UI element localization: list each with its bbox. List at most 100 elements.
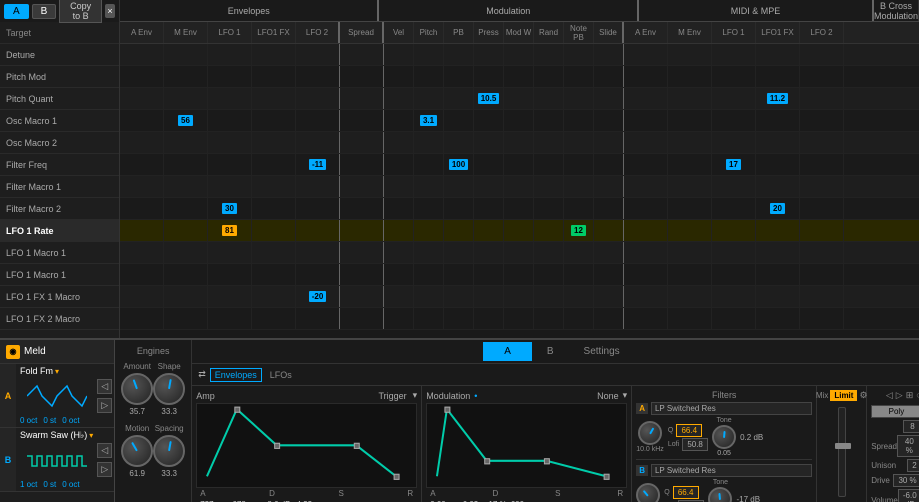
cell-detune-spread[interactable] (340, 44, 384, 65)
filter-b-q[interactable]: 66.4 (673, 486, 699, 499)
mod-arrow[interactable]: ▾ (623, 390, 628, 401)
cell-detune-notepb[interactable] (564, 44, 594, 65)
cell-lfo1fx1-lfo2[interactable]: -20 (309, 291, 327, 302)
tab-a[interactable]: A (4, 4, 29, 19)
preset-b-name[interactable]: Swarm Saw (H♭) ▾ (20, 430, 93, 441)
left-panel: A B Copy to B × Target Detune Pitch Mod … (0, 0, 120, 338)
row-lfo1fx2-macro[interactable]: LFO 1 FX 2 Macro (0, 308, 119, 330)
volume-label: Volume (871, 496, 898, 502)
section-headers: Envelopes Modulation MIDI & MPE B Cross … (120, 0, 919, 22)
amount-knob[interactable] (121, 373, 153, 405)
slot-b-prev[interactable]: ◁ (97, 443, 112, 458)
slot-b-vals: 1 oct 0 st 0 oct (20, 480, 93, 489)
filter-b-freq-knob[interactable] (636, 483, 660, 502)
cell-oscmacro1-menv[interactable]: 56 (178, 115, 193, 126)
row-osc-macro2[interactable]: Osc Macro 2 (0, 132, 119, 154)
row-pitch-mod[interactable]: Pitch Mod (0, 66, 119, 88)
unison-val[interactable]: 2 (907, 459, 919, 472)
cell-detune-baenv[interactable] (624, 44, 668, 65)
cell-detune-blfo1[interactable] (712, 44, 756, 65)
cell-detune-slide[interactable] (594, 44, 624, 65)
filter-a-type[interactable]: LP Switched Res (651, 402, 812, 415)
cell-detune-blfo2[interactable] (800, 44, 844, 65)
cell-detune-vel[interactable] (384, 44, 414, 65)
filter-b-db: -17 dB (736, 495, 760, 502)
row-detune[interactable]: Detune (0, 44, 119, 66)
slot-b-content: Swarm Saw (H♭) ▾ 1 oct 0 st 0 oct (16, 428, 97, 491)
cell-lfo1rate-notepb[interactable]: 12 (571, 225, 586, 236)
row-filter-macro2[interactable]: Filter Macro 2 (0, 198, 119, 220)
row-filter-freq[interactable]: Filter Freq (0, 154, 119, 176)
cell-pitchquant-press[interactable]: 10.5 (478, 93, 500, 104)
cell-filterfreq-lfo2[interactable]: -11 (309, 159, 326, 170)
filter-a-tone-knob[interactable] (712, 425, 736, 449)
filter-a-lofi[interactable]: 50.8 (682, 438, 708, 451)
poly-section: ◁ ▷ ⊞ ○ Poly 8 Spread 40 % Unison 2 (867, 386, 919, 502)
shape-knob[interactable] (153, 373, 185, 405)
trigger-label: Trigger (378, 391, 406, 401)
cell-detune-pitch[interactable] (414, 44, 444, 65)
mod-dot: • (474, 391, 477, 401)
grid-row-pitchquant: 10.5 11.2 (120, 88, 919, 110)
preset-a-name[interactable]: Fold Fm ▾ (20, 366, 93, 376)
slot-a-next[interactable]: ▷ (97, 398, 112, 413)
filter-a-q[interactable]: 66.4 (676, 424, 702, 437)
row-filter-macro1[interactable]: Filter Macro 1 (0, 176, 119, 198)
poly-button[interactable]: Poly (871, 405, 919, 418)
row-lfo1-macro1-b[interactable]: LFO 1 Macro 1 (0, 264, 119, 286)
lfos-tab[interactable]: LFOs (266, 369, 296, 381)
spacing-value: 33.3 (161, 469, 177, 478)
amount-group: Amount 35.7 (121, 362, 153, 416)
mix-fader-thumb[interactable] (835, 443, 851, 449)
poly-val[interactable]: 8 (903, 420, 919, 433)
cell-detune-bmenv[interactable] (668, 44, 712, 65)
cell-detune-aenv[interactable] (120, 44, 164, 65)
slot-b-next[interactable]: ▷ (97, 462, 112, 477)
icon-arrow-right[interactable]: ▷ (896, 390, 903, 401)
trigger-arrow[interactable]: ▾ (413, 390, 418, 401)
limit-button[interactable]: Limit (830, 390, 857, 401)
cell-filterfreq-blfo1[interactable]: 17 (726, 159, 741, 170)
volume-val[interactable]: -6.0 dB (898, 489, 919, 502)
amp-label: Amp (196, 391, 215, 401)
filter-a-freq-knob[interactable] (638, 421, 662, 445)
tab-b[interactable]: B (32, 4, 57, 19)
cell-oscmacro1-pitch[interactable]: 3.1 (420, 115, 437, 126)
icon-grid[interactable]: ⊞ (906, 390, 914, 401)
cell-lfo1rate-lfo1[interactable]: 81 (222, 225, 237, 236)
icon-arrow-left[interactable]: ◁ (886, 390, 893, 401)
cell-pitchquant-blfo1fx[interactable]: 11.2 (767, 93, 788, 104)
cell-filtermacro2-lfo1[interactable]: 30 (222, 203, 237, 214)
filter-b-type[interactable]: LP Switched Res (651, 464, 812, 477)
spacing-knob[interactable] (153, 435, 185, 467)
slot-a-prev[interactable]: ◁ (97, 379, 112, 394)
row-lfo1-rate[interactable]: LFO 1 Rate (0, 220, 119, 242)
row-lfo1fx1-macro[interactable]: LFO 1 FX 1 Macro (0, 286, 119, 308)
envelopes-tab[interactable]: Envelopes (210, 368, 262, 382)
copy-to-b-button[interactable]: Copy to B (59, 0, 102, 23)
spread-val[interactable]: 40 % (897, 435, 919, 457)
row-lfo1-macro1-a[interactable]: LFO 1 Macro 1 (0, 242, 119, 264)
row-pitch-quant[interactable]: Pitch Quant (0, 88, 119, 110)
slot-a-waveform (20, 376, 93, 416)
close-button[interactable]: × (105, 4, 115, 18)
cell-detune-lfo2[interactable] (296, 44, 340, 65)
cell-detune-pb[interactable] (444, 44, 474, 65)
grid-row-lfo1macro1a (120, 242, 919, 264)
cell-detune-menv[interactable] (164, 44, 208, 65)
cell-detune-press[interactable] (474, 44, 504, 65)
drive-val[interactable]: 30 % (893, 474, 919, 487)
cell-detune-modw[interactable] (504, 44, 534, 65)
motion-knob[interactable] (121, 435, 153, 467)
cell-detune-lfo1fx[interactable] (252, 44, 296, 65)
engines-bottom-knobs: Motion 61.9 Spacing 33.3 (121, 424, 185, 478)
filter-a-label: A (636, 403, 648, 414)
filter-b-tone-knob[interactable] (708, 487, 732, 502)
cell-detune-blfo1fx[interactable] (756, 44, 800, 65)
cell-detune-rand[interactable] (534, 44, 564, 65)
cell-filterfreq-pb[interactable]: 100 (449, 159, 468, 170)
mix-fader-track[interactable] (838, 407, 846, 497)
cell-filtermacro2-blfo1fx[interactable]: 20 (770, 203, 785, 214)
cell-detune-lfo1[interactable] (208, 44, 252, 65)
row-osc-macro1[interactable]: Osc Macro 1 (0, 110, 119, 132)
